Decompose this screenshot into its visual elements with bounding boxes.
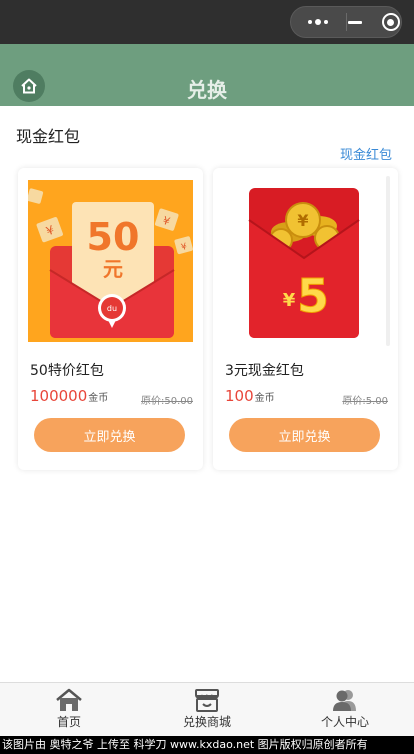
price-unit: 金币: [88, 393, 109, 404]
product-price: 100 金币: [225, 387, 275, 405]
app-screen: 兑换 现金红包 现金红包 ¥ ¥ ¥ 50 元 du 50特价红包 100000…: [0, 0, 414, 754]
redeem-button[interactable]: 立即兑换: [229, 418, 380, 452]
price-value: 100000: [30, 387, 88, 405]
tab-label: 个人中心: [320, 715, 369, 729]
redeem-button[interactable]: 立即兑换: [34, 418, 185, 452]
original-price: 原价:5.00: [342, 396, 388, 407]
price-unit: 金币: [254, 393, 275, 404]
watermark-bar: 该图片由 奥特之爷 上传至 科学刀 www.kxdao.net 图片版权归原创者…: [0, 736, 414, 754]
product-image: ¥ ¥ 5: [223, 180, 388, 342]
brand-logo-text: du: [107, 304, 117, 313]
store-icon: [195, 689, 219, 712]
tab-profile[interactable]: 个人中心: [276, 683, 414, 736]
product-card[interactable]: ¥ ¥ ¥ 50 元 du 50特价红包 100000 金币 原价:50.00 …: [18, 168, 203, 470]
home-icon: [56, 688, 82, 711]
product-name: 50特价红包: [30, 363, 104, 379]
svg-text:¥: ¥: [297, 211, 308, 230]
product-card[interactable]: ¥ ¥ 5 3元现金红包 100 金币 原价:5.00 立即兑换: [213, 168, 398, 470]
coupon-value: 50: [87, 215, 140, 259]
tab-label: 兑换商城: [182, 715, 231, 729]
price-value: 100: [225, 387, 254, 405]
cash-amount: 5: [297, 269, 329, 323]
product-image: ¥ ¥ ¥ 50 元 du: [28, 180, 193, 342]
page-title: 兑换: [187, 78, 227, 102]
more-button[interactable]: [291, 6, 346, 38]
red-envelope-coupon-image: ¥ ¥ ¥ 50 元 du: [28, 180, 193, 342]
tab-bar: 首页 兑换商城 个人中心: [0, 682, 414, 736]
close-capsule-button[interactable]: [346, 6, 401, 38]
product-price: 100000 金币: [30, 387, 108, 405]
more-icon: [308, 19, 329, 25]
minimize-icon: [347, 20, 362, 24]
status-bar: [0, 0, 414, 44]
product-name: 3元现金红包: [225, 363, 304, 379]
section-title: 现金红包: [16, 127, 81, 146]
cash-envelope-image: ¥ ¥ 5: [223, 180, 388, 342]
users-icon: [333, 690, 356, 711]
miniprogram-capsule: [290, 6, 402, 38]
horizontal-scroll-edge: [386, 176, 390, 346]
currency-symbol: ¥: [283, 290, 296, 311]
section-link[interactable]: 现金红包: [340, 144, 392, 163]
coupon-unit: 元: [103, 257, 123, 281]
tab-home[interactable]: 首页: [0, 683, 138, 736]
close-target-icon: [381, 13, 400, 31]
nav-header: 兑换: [0, 44, 414, 106]
tab-store[interactable]: 兑换商城: [138, 683, 276, 736]
tab-label: 首页: [56, 715, 81, 729]
original-price: 原价:50.00: [141, 396, 193, 407]
